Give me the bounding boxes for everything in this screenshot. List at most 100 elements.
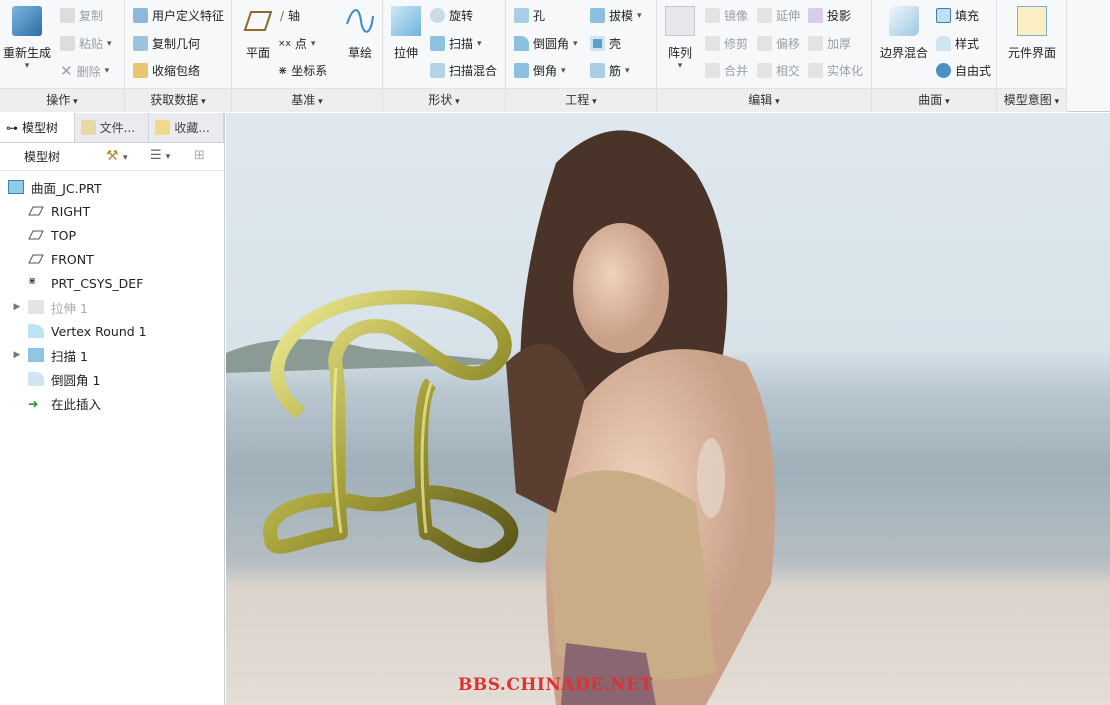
mirror-button[interactable]: 镜像: [705, 7, 748, 24]
insert-arrow-icon: ➜: [28, 396, 39, 411]
thicken-button[interactable]: 加厚: [808, 35, 851, 52]
tab-model-tree[interactable]: ⊶ 模型树: [0, 113, 75, 142]
extrude-icon: [28, 300, 44, 314]
tree-item-right[interactable]: RIGHT: [0, 199, 224, 223]
shrinkwrap-button[interactable]: 收缩包络: [133, 62, 200, 79]
offset-icon: [757, 36, 772, 51]
sweep-label: 扫描: [449, 37, 474, 51]
favorites-icon: [155, 120, 171, 135]
style-button[interactable]: 样式: [936, 35, 979, 52]
chamfer-button[interactable]: 倒角 ▾: [514, 62, 566, 79]
point-button[interactable]: ×x 点 ▾: [278, 35, 315, 52]
tree-item-csys[interactable]: ⋇ PRT_CSYS_DEF: [0, 271, 224, 295]
tab-folder-browser[interactable]: 文件...: [75, 113, 150, 142]
expand-arrow-icon[interactable]: ▶: [10, 350, 24, 360]
tree-item-extrude[interactable]: ▶ 拉伸 1: [0, 295, 224, 319]
merge-button[interactable]: 合并: [705, 62, 748, 79]
axis-button[interactable]: / 轴: [280, 7, 300, 24]
trim-label: 修剪: [724, 37, 749, 51]
boundary-blend-label: 边界混合: [879, 46, 928, 60]
sweep-button[interactable]: 扫描 ▾: [430, 35, 482, 52]
extrude-icon: [391, 6, 421, 36]
filter-icon[interactable]: ⊞: [194, 148, 205, 163]
hole-label: 孔: [533, 9, 546, 23]
solidify-label: 实体化: [827, 64, 864, 78]
group-label-get-data[interactable]: 获取数据: [125, 88, 231, 112]
swept-blend-button[interactable]: 扫描混合: [430, 62, 497, 79]
paste-button[interactable]: 粘贴 ▾: [60, 35, 112, 52]
group-label-shapes[interactable]: 形状: [383, 88, 505, 112]
rib-button[interactable]: 筋 ▾: [590, 62, 630, 79]
expand-arrow-icon[interactable]: ▶: [10, 302, 24, 312]
show-list-icon[interactable]: ☰ ▾: [150, 148, 170, 163]
settings-tools-icon[interactable]: ⚒ ▾: [106, 148, 128, 164]
revolve-button[interactable]: 旋转: [430, 7, 473, 24]
thicken-label: 加厚: [827, 37, 852, 51]
swept-blend-icon: [430, 63, 445, 78]
group-label-datum[interactable]: 基准: [232, 88, 382, 112]
group-label-editing[interactable]: 编辑: [657, 88, 871, 112]
csys-button[interactable]: ⋇ 坐标系: [278, 62, 327, 79]
group-label-surfaces[interactable]: 曲面: [872, 88, 996, 112]
copy-geometry-button[interactable]: 复制几何: [133, 35, 200, 52]
freestyle-icon: [936, 63, 951, 78]
group-label-operations[interactable]: 操作: [0, 88, 124, 112]
delete-button[interactable]: ✕ 删除 ▾: [60, 62, 109, 80]
copy-icon: [60, 8, 75, 23]
tree-item-part[interactable]: 曲面_JC.PRT: [0, 175, 224, 199]
shell-icon: [590, 36, 605, 51]
sketch-button[interactable]: 草绘: [340, 6, 380, 61]
tree-icon: ⊶: [6, 120, 18, 135]
draft-button[interactable]: 拔模 ▾: [590, 7, 642, 24]
component-interface-button[interactable]: 元件界面: [1001, 6, 1063, 61]
shrinkwrap-label: 收缩包络: [152, 64, 201, 78]
plane-button[interactable]: 平面: [238, 6, 278, 61]
chamfer-icon: [514, 63, 529, 78]
tree-item-front[interactable]: FRONT: [0, 247, 224, 271]
regenerate-label: 重新生成: [2, 46, 51, 60]
extrude-button[interactable]: 拉伸: [387, 6, 425, 61]
extend-button[interactable]: 延伸: [757, 7, 800, 24]
tree-item-insert-here[interactable]: ➜ 在此插入: [0, 391, 224, 415]
pattern-button[interactable]: 阵列 ▾: [663, 6, 697, 71]
sketch-icon: [345, 6, 375, 36]
group-surfaces: 边界混合 填充 样式 自由式 曲面: [872, 0, 997, 112]
group-label-model-intent[interactable]: 模型意图: [997, 88, 1066, 112]
ribbon: 重新生成▾ 复制 粘贴▾ ✕删除▾ 操作 用户定义特征 复制几何 收缩包络 获取…: [0, 0, 1110, 112]
point-label: 点: [294, 37, 307, 51]
csys-icon: ⋇: [278, 64, 288, 77]
tree-item-vertex-round[interactable]: Vertex Round 1: [0, 319, 224, 343]
fill-button[interactable]: 填充: [936, 7, 979, 24]
fill-label: 填充: [955, 9, 980, 23]
point-icon: ×x: [278, 38, 291, 49]
project-button[interactable]: 投影: [808, 7, 851, 24]
chamfer-label: 倒角: [533, 64, 558, 78]
thicken-icon: [808, 36, 823, 51]
tree-item-sweep[interactable]: ▶ 扫描 1: [0, 343, 224, 367]
offset-button[interactable]: 偏移: [757, 35, 800, 52]
regenerate-button[interactable]: 重新生成 ▾: [2, 6, 52, 71]
boundary-blend-button[interactable]: 边界混合: [876, 6, 932, 61]
extend-icon: [757, 8, 772, 23]
hole-button[interactable]: 孔: [514, 7, 545, 24]
round-button[interactable]: 倒圆角 ▾: [514, 35, 578, 52]
graphics-viewport[interactable]: BBS.CHINADE.NET: [226, 113, 1110, 705]
freestyle-button[interactable]: 自由式: [936, 62, 991, 79]
style-label: 样式: [955, 37, 980, 51]
shell-button[interactable]: 壳: [590, 35, 621, 52]
trim-button[interactable]: 修剪: [705, 35, 748, 52]
group-get-data: 用户定义特征 复制几何 收缩包络 获取数据: [125, 0, 232, 112]
sketch-label: 草绘: [347, 46, 372, 60]
tree-item-top[interactable]: TOP: [0, 223, 224, 247]
tree-item-round[interactable]: 倒圆角 1: [0, 367, 224, 391]
copy-button[interactable]: 复制: [60, 7, 103, 24]
tab-label: 文件...: [99, 121, 136, 135]
intersect-button[interactable]: 相交: [757, 62, 800, 79]
solidify-button[interactable]: 实体化: [808, 62, 863, 79]
udf-button[interactable]: 用户定义特征: [133, 7, 224, 24]
plane-icon: [243, 6, 273, 36]
delete-icon: ✕: [60, 62, 73, 80]
group-label-engineering[interactable]: 工程: [506, 88, 656, 112]
tab-favorites[interactable]: 收藏...: [149, 113, 225, 142]
folder-icon: [80, 120, 96, 135]
